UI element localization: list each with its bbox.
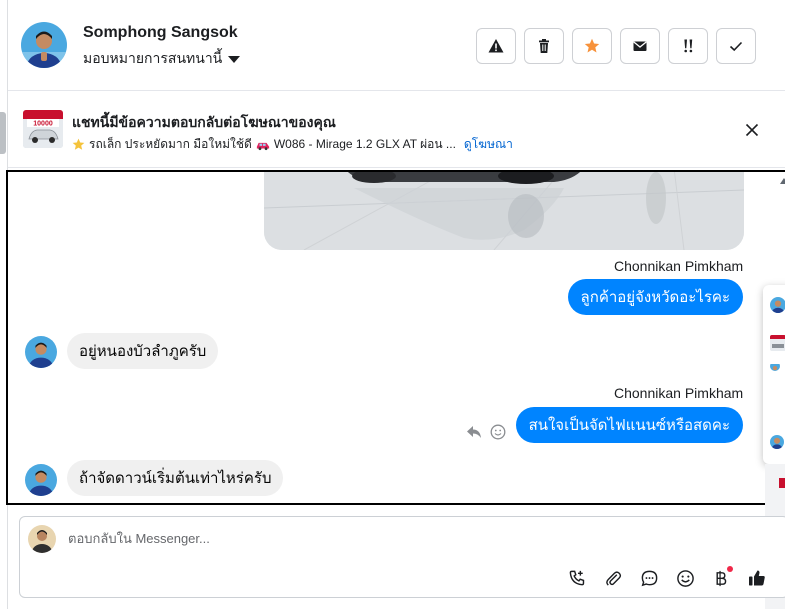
edge-thumbnail [779, 478, 785, 488]
conversation-header: Somphong Sangsok มอบหมายการสนทนานี้ [8, 0, 785, 91]
ad-thumb-price: 10000 [33, 121, 53, 128]
star-button[interactable] [572, 28, 612, 64]
delete-button[interactable] [524, 28, 564, 64]
notification-dot [727, 566, 733, 572]
ad-reply-banner: 10000 แชทนี้มีข้อความตอบกลับต่อโฆษณาของค… [8, 92, 785, 168]
star-icon [584, 38, 600, 53]
incoming-message[interactable]: ถ้าจัดดาวน์เริ่มต้นเท่าไหร่ครับ [67, 460, 284, 496]
baht-icon [716, 570, 727, 586]
ad-subtitle-text: รถเล็ก ประหยัดมาก มือใหม่ใช้ดี [89, 137, 252, 151]
emoji-icon [676, 569, 694, 587]
follow-up-button[interactable] [668, 28, 708, 64]
mark-unread-button[interactable] [620, 28, 660, 64]
header-actions [476, 28, 756, 64]
reply-composer [19, 516, 785, 598]
trash-icon [539, 39, 549, 53]
attachment-icon [605, 570, 621, 586]
ad-model-text: W086 - Mirage 1.2 GLX AT ผ่อน ... [273, 137, 456, 151]
chat-head-avatar[interactable] [770, 361, 780, 371]
composer-toolbar [564, 565, 770, 591]
important-icon [684, 39, 693, 53]
assign-label: มอบหมายการสนทนานี้ [83, 50, 223, 66]
ad-thumbnail-small[interactable] [770, 335, 785, 351]
close-icon[interactable] [744, 122, 760, 138]
reply-input[interactable] [68, 531, 568, 546]
ad-thumbnail: 10000 [23, 110, 63, 148]
my-avatar [28, 525, 56, 553]
call-button[interactable] [564, 565, 590, 591]
message-actions [466, 424, 506, 440]
react-emoji-icon[interactable] [490, 424, 506, 440]
sender-name: Chonnikan Pimkham [614, 385, 744, 401]
car-emoji-icon [256, 142, 269, 150]
mark-spam-button[interactable] [476, 28, 516, 64]
envelope-icon [633, 41, 647, 51]
contact-avatar-small [25, 336, 57, 368]
view-ad-link[interactable]: ดูโฆษณา [464, 135, 513, 154]
check-icon [729, 41, 743, 52]
contact-avatar[interactable] [21, 22, 67, 68]
mark-done-button[interactable] [716, 28, 756, 64]
floating-chat-panel[interactable] [763, 285, 785, 464]
sender-name: Chonnikan Pimkham [614, 258, 744, 274]
ad-banner-subtitle: รถเล็ก ประหยัดมาก มือใหม่ใช้ดี W086 - Mi… [72, 135, 513, 154]
saved-reply-icon [641, 570, 657, 586]
phone-icon [569, 570, 584, 585]
photo-message[interactable] [264, 172, 744, 250]
reply-icon[interactable] [466, 425, 482, 439]
thumbs-up-icon [749, 570, 765, 586]
emoji-button[interactable] [672, 565, 698, 591]
caret-down-icon [228, 55, 241, 63]
like-button[interactable] [744, 565, 770, 591]
star-emoji-icon [72, 138, 85, 150]
warning-icon [488, 39, 504, 53]
ad-banner-title: แชทนี้มีข้อความตอบกลับต่อโฆษณาของคุณ [72, 114, 336, 130]
incoming-message[interactable]: อยู่หนองบัวลำภูครับ [67, 333, 219, 369]
contact-name[interactable]: Somphong Sangsok [83, 24, 238, 42]
payment-button[interactable] [708, 565, 734, 591]
outgoing-message[interactable]: ลูกค้าอยู่จังหวัดอะไรคะ [567, 279, 743, 315]
assign-conversation-dropdown[interactable]: มอบหมายการสนทนานี้ [83, 48, 241, 70]
message-thread[interactable]: Chonnikan Pimkham ลูกค้าอยู่จังหวัดอะไรค… [6, 170, 785, 505]
attach-button[interactable] [600, 565, 626, 591]
chat-head-avatar[interactable] [770, 297, 785, 313]
side-collapse-tab[interactable] [0, 112, 6, 154]
outgoing-message[interactable]: สนใจเป็นจัดไฟแนนซ์หรือสดคะ [515, 407, 743, 443]
chat-head-avatar[interactable] [770, 435, 784, 449]
saved-reply-button[interactable] [636, 565, 662, 591]
scroll-up-arrow-icon[interactable] [780, 178, 785, 184]
contact-avatar-small [25, 464, 57, 496]
